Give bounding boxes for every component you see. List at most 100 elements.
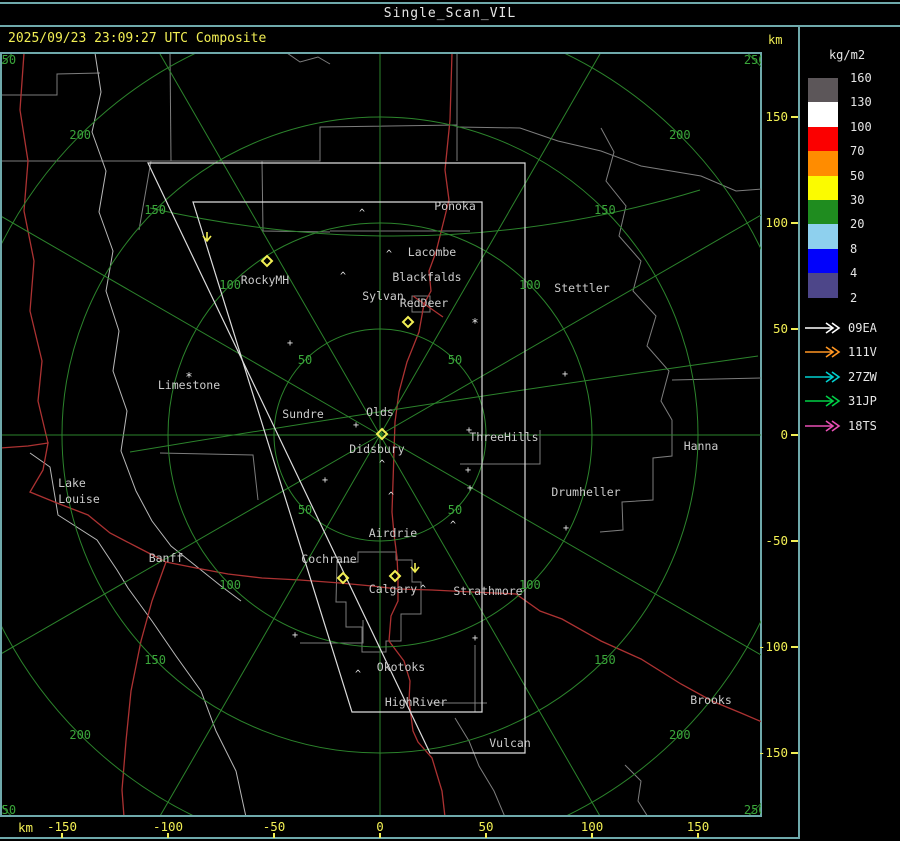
vil-scale-value: 20: [850, 217, 865, 232]
county-boundary-line: [454, 717, 505, 815]
bottom-axis-unit-label: km: [18, 820, 33, 835]
right-axis-tick-label: -100: [758, 639, 788, 654]
county-boundary-line: [2, 72, 101, 96]
ring-distance-label: 100: [519, 278, 541, 292]
county-boundary-line: [335, 551, 422, 653]
graticule-arc: [129, 355, 759, 453]
spot-marker-star: *: [471, 316, 478, 330]
ring-distance-label: 100: [219, 578, 241, 592]
spot-marker-plus: +: [465, 465, 471, 476]
city-label-cochrane: Cochrane: [301, 552, 356, 566]
vil-scale-value: 50: [850, 168, 865, 183]
park-boundary-line: [91, 54, 242, 602]
city-label-didsbury: Didsbury: [349, 442, 404, 456]
vil-scale-value: 8: [850, 241, 858, 256]
ring-distance-label: 150: [144, 653, 166, 667]
spot-marker-plus: +: [472, 633, 478, 644]
ring-distance-label: 250: [744, 53, 766, 67]
radar-site-diamond: [401, 315, 415, 329]
county-boundary-line: [456, 126, 761, 192]
bottom-axis-tick-label: -50: [263, 819, 286, 834]
ring-distance-label: 150: [594, 203, 616, 217]
spot-marker-plus: +: [466, 425, 472, 436]
county-boundary-line: [261, 160, 331, 233]
spot-marker-plus: +: [563, 523, 569, 534]
city-label-rockymh: RockyMH: [241, 273, 290, 287]
city-label-airdrie: Airdrie: [369, 526, 418, 540]
spot-marker-caret: ^: [388, 491, 394, 502]
vil-scale-value: 160: [850, 71, 872, 85]
right-axis-tick-label: 100: [765, 215, 788, 230]
county-boundary-line: [300, 620, 364, 644]
spot-marker-caret: ^: [340, 271, 346, 282]
right-axis-tick-label: -50: [765, 533, 788, 548]
spot-marker-caret: ^: [359, 208, 365, 219]
city-label-strathmore: Strathmore: [453, 584, 522, 598]
park-boundary-line: [29, 452, 247, 815]
scan-area-box: [147, 162, 526, 754]
city-label-calgary: Calgary: [369, 582, 418, 596]
radial-line: [379, 214, 761, 436]
bottom-axis-tick-label: 50: [478, 819, 493, 834]
city-label-louise: Louise: [58, 492, 100, 506]
bottom-axis-tick-label: 100: [581, 819, 604, 834]
graticule-arc: [149, 189, 701, 237]
city-label-threehills: ThreeHills: [469, 430, 538, 444]
map-layers: 50 5050 50100 100100 100150 150150 150200 20020…: [0, 53, 766, 817]
city-label-reddeer: RedDeer: [400, 296, 449, 310]
city-label-brooks: Brooks: [690, 693, 732, 707]
city-label-sundre: Sundre: [282, 407, 324, 421]
right-axis-tick-label: 150: [765, 109, 788, 124]
ring-distance-label: 50: [298, 353, 312, 367]
radar-map: 50 5050 50100 100100 100150 150150 150200 20020…: [0, 2, 900, 839]
ring-distance-label: 50: [298, 503, 312, 517]
ring-distance-label: 100: [219, 278, 241, 292]
spot-marker-star: *: [185, 370, 192, 384]
vil-scale-value: 70: [850, 144, 865, 159]
vil-scale-value: 30: [850, 193, 865, 207]
spot-marker-plus: +: [292, 630, 298, 641]
ring-distance-label: 150: [594, 653, 616, 667]
spot-marker-caret: ^: [355, 669, 361, 680]
city-label-okotoks: Okotoks: [377, 660, 425, 674]
right-axis-tick-label: 50: [773, 321, 788, 336]
county-boundary-line: [671, 377, 761, 381]
city-label-hanna: Hanna: [684, 439, 719, 453]
bottom-axis-tick-label: 150: [687, 819, 710, 834]
radial-line: [160, 434, 381, 815]
city-label-banff: Banff: [149, 551, 184, 565]
bottom-axis-tick-label: 0: [376, 819, 384, 834]
right-axis-tick-label: -150: [758, 745, 788, 760]
spot-marker-plus: +: [562, 369, 568, 380]
vil-scale-value: 4: [850, 266, 858, 281]
spot-marker-plus: +: [353, 420, 359, 431]
city-label-sylvan: Sylvan: [362, 289, 404, 303]
ring-distance-label: 200: [669, 128, 691, 142]
city-label-drumheller: Drumheller: [551, 485, 620, 499]
vil-scale-value: 130: [850, 95, 872, 110]
ring-distance-label: 200: [69, 128, 91, 142]
city-label-olds: Olds: [366, 405, 394, 419]
ring-distance-label: 150: [144, 203, 166, 217]
spot-marker-plus: +: [467, 483, 473, 494]
county-boundary-line: [169, 54, 172, 162]
ring-distance-label: 250: [0, 803, 16, 817]
highway-line: [121, 561, 167, 815]
city-label-lacombe: Lacombe: [408, 245, 457, 259]
city-label-blackfalds: Blackfalds: [392, 270, 461, 284]
county-boundary-line: [138, 160, 152, 231]
county-boundary-line: [599, 127, 673, 533]
city-label-ponoka: Ponoka: [434, 199, 476, 213]
ring-distance-label: 250: [0, 53, 16, 67]
ring-distance-label: 250: [744, 803, 766, 817]
spot-marker-plus: +: [322, 475, 328, 486]
bottom-axis-tick-label: -150: [47, 819, 77, 834]
spot-marker-caret: ^: [450, 520, 456, 531]
ring-distance-label: 200: [669, 728, 691, 742]
ring-distance-label: 200: [69, 728, 91, 742]
radial-line: [2, 434, 381, 654]
spot-marker-plus: +: [287, 338, 293, 349]
vil-scale-value: 2: [850, 290, 858, 305]
city-label-vulcan: Vulcan: [489, 736, 531, 750]
radar-application-window: { "window": { "title": "Single_Scan_VIL"…: [0, 0, 900, 841]
